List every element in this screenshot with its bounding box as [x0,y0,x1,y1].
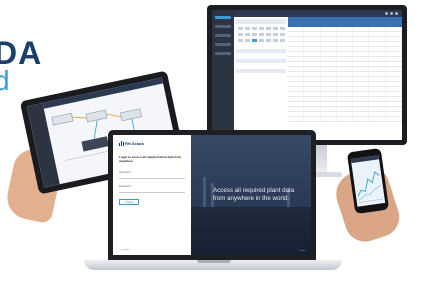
laptop-screen: RH.Scada Login to access all required pl… [113,135,311,255]
monitor-topbar [234,10,402,17]
hero-panel: Access all required plant data from anyw… [191,135,311,255]
trend-chart-icon [357,171,383,203]
hero-subtitle: d [0,65,10,97]
table-header [288,17,402,27]
hero-footer: Scada [299,250,305,252]
hero-caption: Access all required plant data from anyw… [213,187,295,203]
laptop-device: RH.Scada Login to access all required pl… [108,130,316,260]
monitor-data-table [288,17,402,140]
topbar-dot-icon [385,12,388,15]
topbar-dot-icon [390,12,393,15]
brand-logo: RH.Scada [119,141,185,146]
login-panel: RH.Scada Login to access all required pl… [113,135,191,255]
monitor-sidebar-item[interactable] [215,43,231,46]
logo-bars-icon [119,141,124,146]
hero-ground [191,207,311,255]
monitor-calendar [234,17,288,140]
password-field[interactable] [119,188,185,194]
username-field[interactable] [119,174,185,180]
login-footer: © copyright [119,249,130,251]
monitor-body [234,17,402,140]
monitor-sidebar [212,10,234,140]
calendar-grid-icon [236,19,286,73]
desktop-monitor [207,5,407,145]
table-row [288,117,402,122]
hero-wordmark: DA d [0,35,43,97]
laptop-notch [197,260,231,263]
monitor-sidebar-item[interactable] [215,52,231,55]
phone-screen [350,155,386,207]
monitor-sidebar-item[interactable] [215,34,231,37]
login-heading: Login to access all required plant data … [119,155,182,163]
brand-name: RH.Scada [125,141,144,146]
monitor-sidebar-item[interactable] [215,25,231,28]
monitor-sidebar-item[interactable] [215,16,231,19]
smartphone-device [346,147,390,215]
chimney-icon [203,177,206,207]
monitor-main [234,10,402,140]
login-button[interactable]: LOGIN [119,199,139,206]
monitor-screen [212,10,402,140]
hero-title: DA [0,35,43,71]
topbar-dot-icon [395,12,398,15]
